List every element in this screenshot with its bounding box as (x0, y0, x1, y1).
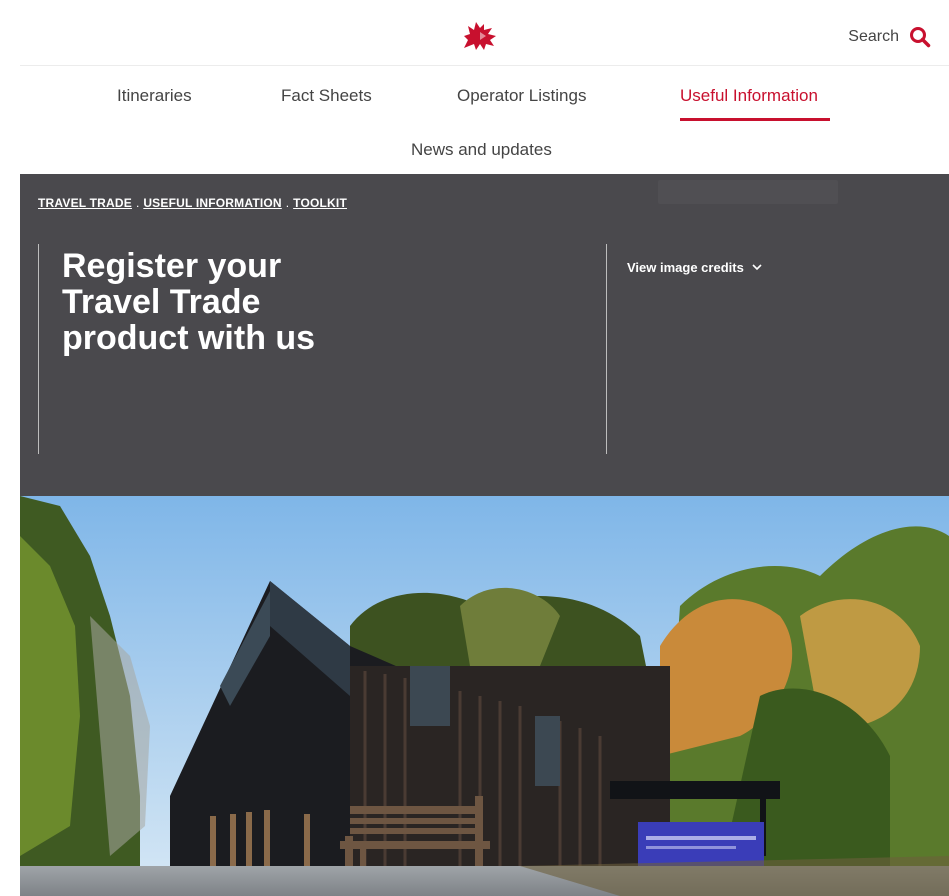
nav-item-news-and-updates[interactable]: News and updates (411, 140, 552, 160)
welsh-dragon-icon[interactable] (458, 18, 502, 54)
breadcrumb: TRAVEL TRADE . USEFUL INFORMATION . TOOL… (38, 196, 347, 210)
nav-item-useful-information[interactable]: Useful Information (680, 86, 818, 106)
search-button[interactable]: Search (848, 26, 931, 48)
breadcrumb-toolkit[interactable]: TOOLKIT (293, 196, 347, 210)
page-title: Register your Travel Trade product with … (62, 247, 316, 357)
hero-left-divider (38, 244, 39, 454)
ghost-bar (658, 180, 838, 204)
nav-item-operator-listings[interactable]: Operator Listings (457, 86, 586, 106)
hero-photo-illustration (20, 496, 949, 896)
top-bar: Search (20, 0, 949, 66)
view-image-credits-button[interactable]: View image credits (627, 260, 762, 275)
active-nav-indicator (680, 118, 830, 121)
breadcrumb-useful-information[interactable]: USEFUL INFORMATION (143, 196, 281, 210)
main-nav: Itineraries Fact Sheets Operator Listing… (20, 66, 949, 174)
breadcrumb-travel-trade[interactable]: TRAVEL TRADE (38, 196, 132, 210)
hero-banner: TRAVEL TRADE . USEFUL INFORMATION . TOOL… (20, 174, 949, 496)
breadcrumb-separator: . (285, 196, 290, 210)
chevron-down-icon (752, 264, 762, 271)
breadcrumb-separator: . (135, 196, 140, 210)
hero-photo (20, 496, 949, 896)
nav-item-itineraries[interactable]: Itineraries (117, 86, 192, 106)
hero-mid-divider (606, 244, 607, 454)
search-icon (910, 27, 931, 48)
view-image-credits-label: View image credits (627, 260, 744, 275)
nav-item-fact-sheets[interactable]: Fact Sheets (281, 86, 372, 106)
search-label: Search (848, 28, 899, 45)
